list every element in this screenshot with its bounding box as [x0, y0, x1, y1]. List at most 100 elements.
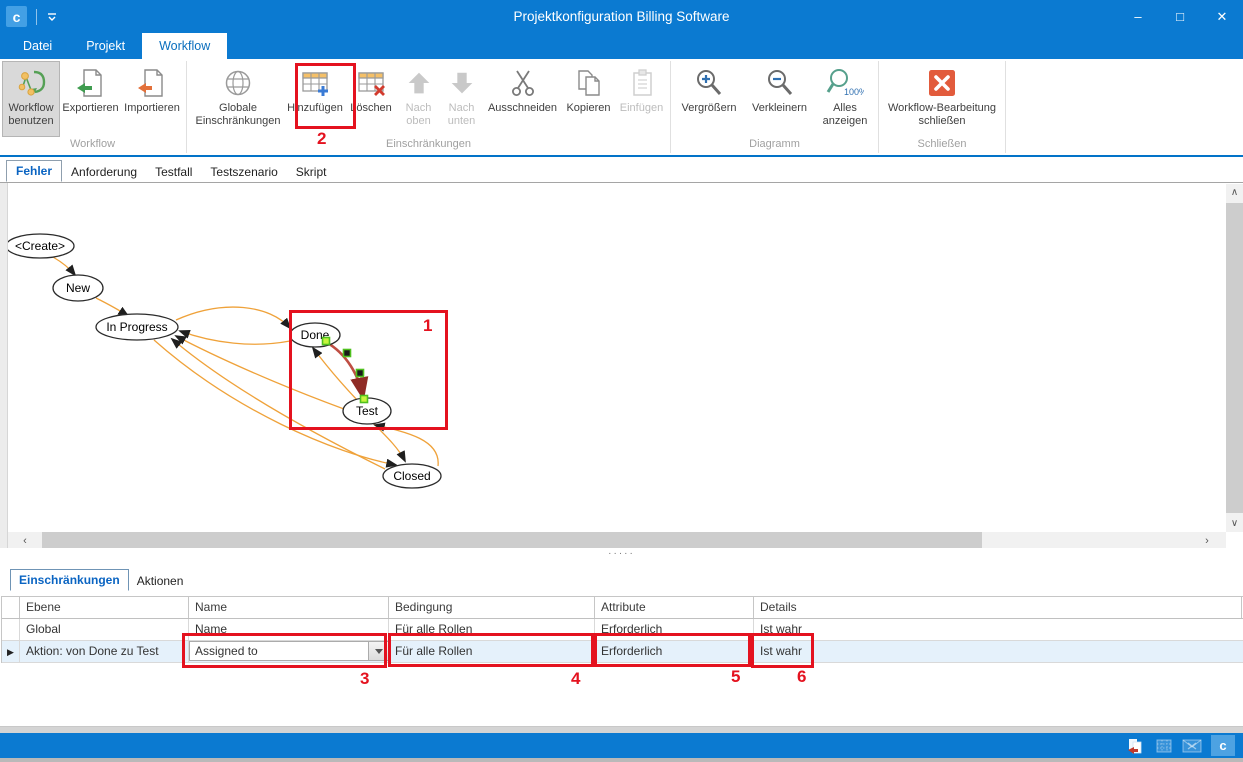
column-header-name[interactable]: Name: [189, 597, 389, 618]
node-create[interactable]: <Create>: [8, 234, 74, 258]
importieren-button[interactable]: Importieren: [121, 61, 183, 137]
node-in-progress[interactable]: In Progress: [96, 314, 178, 340]
table-delete-icon: [355, 65, 387, 101]
tab-testfall[interactable]: Testfall: [146, 162, 201, 182]
maximize-button[interactable]: □: [1159, 0, 1201, 33]
edge-in-progress-to-done[interactable]: [176, 307, 290, 328]
tab-skript[interactable]: Skript: [287, 162, 336, 182]
close-button[interactable]: ✕: [1201, 0, 1243, 33]
tab-einschraenkungen[interactable]: Einschränkungen: [10, 569, 129, 591]
edge-new-to-in-progress[interactable]: [96, 298, 128, 316]
node-closed[interactable]: Closed: [383, 464, 441, 488]
node-new[interactable]: New: [53, 275, 103, 301]
mail-status-icon[interactable]: [1182, 738, 1202, 754]
svg-text:In Progress: In Progress: [106, 320, 167, 334]
loeschen-button[interactable]: Löschen: [344, 61, 398, 137]
svg-text:New: New: [66, 281, 90, 295]
scroll-right-button[interactable]: ›: [1190, 532, 1224, 549]
cell-ebene[interactable]: Aktion: von Done zu Test: [20, 641, 189, 662]
column-header-bedingung[interactable]: Bedingung: [389, 597, 595, 618]
column-header-ebene[interactable]: Ebene: [20, 597, 189, 618]
exportieren-button[interactable]: Exportieren: [60, 61, 121, 137]
vertical-scroll-thumb[interactable]: [1226, 203, 1243, 513]
cell-details[interactable]: Ist wahr: [754, 641, 1242, 662]
cell-name[interactable]: Name: [189, 619, 389, 640]
copy-icon: [573, 65, 605, 101]
cell-details[interactable]: Ist wahr: [754, 619, 1242, 640]
grid-status-icon[interactable]: [1155, 738, 1173, 754]
nach-unten-button[interactable]: Nach unten: [439, 61, 484, 137]
selection-handle[interactable]: [357, 370, 364, 377]
svg-text:Closed: Closed: [393, 469, 430, 483]
globale-einschraenkungen-button[interactable]: Globale Einschränkungen: [190, 61, 286, 137]
workflow-diagram-canvas[interactable]: <Create>NewIn ProgressDoneTestClosed ∧ ∨…: [0, 182, 1243, 548]
table-row-selected[interactable]: ▶ Aktion: von Done zu Test Assigned to F…: [2, 641, 1243, 663]
ribbon-button-label: Alles anzeigen: [816, 102, 874, 128]
ribbon-tab-projekt[interactable]: Projekt: [69, 33, 142, 59]
diagram-horizontal-scrollbar[interactable]: ‹ ›: [8, 532, 1226, 549]
cell-ebene[interactable]: Global: [20, 619, 189, 640]
node-done[interactable]: Done: [290, 323, 340, 347]
ribbon-group-label: Einschränkungen: [190, 137, 667, 153]
current-row-marker-icon: ▶: [7, 647, 14, 657]
panel-splitter[interactable]: ·····: [0, 548, 1243, 560]
scissors-icon: [507, 65, 539, 101]
tab-aktionen[interactable]: Aktionen: [129, 571, 192, 591]
splitter-grip-icon: ·····: [608, 551, 635, 557]
vergroessern-button[interactable]: Vergrößern: [674, 61, 744, 137]
selection-handle[interactable]: [344, 350, 351, 357]
cell-bedingung[interactable]: Für alle Rollen: [389, 641, 595, 662]
hinzufuegen-button[interactable]: Hinzufügen: [286, 61, 344, 137]
diagram-left-edge: [0, 183, 8, 549]
edge-done-to-in-progress[interactable]: [180, 331, 290, 344]
chevron-down-icon: [375, 649, 383, 654]
constraints-panel: Einschränkungen Aktionen Ebene Name Bedi…: [0, 560, 1243, 727]
ribbon-group-label: Workflow: [2, 137, 183, 153]
document-tab-bar: Fehler Anforderung Testfall Testszenario…: [0, 157, 1243, 182]
workflow-bearbeitung-schliessen-button[interactable]: Workflow-Bearbeitung schließen: [882, 61, 1002, 137]
copy-status-icon[interactable]: [1126, 737, 1146, 755]
ribbon-button-label: Workflow-Bearbeitung schließen: [883, 102, 1001, 128]
cell-attribute[interactable]: Erforderlich: [595, 641, 754, 662]
app-status-icon[interactable]: c: [1211, 735, 1235, 756]
horizontal-scroll-thumb[interactable]: [42, 532, 982, 549]
table-row[interactable]: Global Name Für alle Rollen Erforderlich…: [2, 619, 1243, 641]
quick-access-dropdown-icon[interactable]: [45, 11, 59, 23]
tab-fehler[interactable]: Fehler: [6, 160, 62, 182]
scroll-down-button[interactable]: ∨: [1226, 515, 1243, 532]
minimize-button[interactable]: –: [1117, 0, 1159, 33]
nach-oben-button[interactable]: Nach oben: [398, 61, 439, 137]
ribbon-button-label: Nach unten: [440, 102, 483, 128]
edge-create-to-new[interactable]: [53, 257, 75, 275]
selection-handle[interactable]: [323, 338, 330, 345]
kopieren-button[interactable]: Kopieren: [561, 61, 616, 137]
tab-anforderung[interactable]: Anforderung: [62, 162, 146, 182]
column-header-attribute[interactable]: Attribute: [595, 597, 754, 618]
alles-anzeigen-button[interactable]: 100% Alles anzeigen: [815, 61, 875, 137]
import-icon: [136, 65, 168, 101]
ribbon-button-label: Importieren: [124, 102, 180, 115]
arrow-down-icon: [447, 65, 477, 101]
einfuegen-button[interactable]: Einfügen: [616, 61, 667, 137]
verkleinern-button[interactable]: Verkleinern: [744, 61, 815, 137]
ribbon-tab-workflow[interactable]: Workflow: [142, 33, 227, 59]
ausschneiden-button[interactable]: Ausschneiden: [484, 61, 561, 137]
workflow-benutzen-button[interactable]: Workflow benutzen: [2, 61, 60, 137]
edge-test-to-closed[interactable]: [374, 424, 405, 461]
name-dropdown-value: Assigned to: [195, 644, 258, 658]
tab-testszenario[interactable]: Testszenario: [201, 162, 286, 182]
scroll-up-button[interactable]: ∧: [1226, 184, 1243, 201]
selection-handle[interactable]: [361, 396, 368, 403]
column-header-details[interactable]: Details: [754, 597, 1242, 618]
ribbon-tab-datei[interactable]: Datei: [6, 33, 69, 59]
export-icon: [75, 65, 107, 101]
cell-bedingung[interactable]: Für alle Rollen: [389, 619, 595, 640]
cell-attribute[interactable]: Erforderlich: [595, 619, 754, 640]
dropdown-button[interactable]: [368, 642, 388, 660]
globe-icon: [222, 65, 254, 101]
diagram-vertical-scrollbar[interactable]: ∧ ∨: [1226, 184, 1243, 532]
app-logo-icon[interactable]: c: [6, 6, 27, 27]
name-dropdown[interactable]: Assigned to: [189, 641, 389, 661]
edge-closed-to-test[interactable]: [375, 425, 438, 466]
scroll-left-button[interactable]: ‹: [8, 532, 42, 549]
